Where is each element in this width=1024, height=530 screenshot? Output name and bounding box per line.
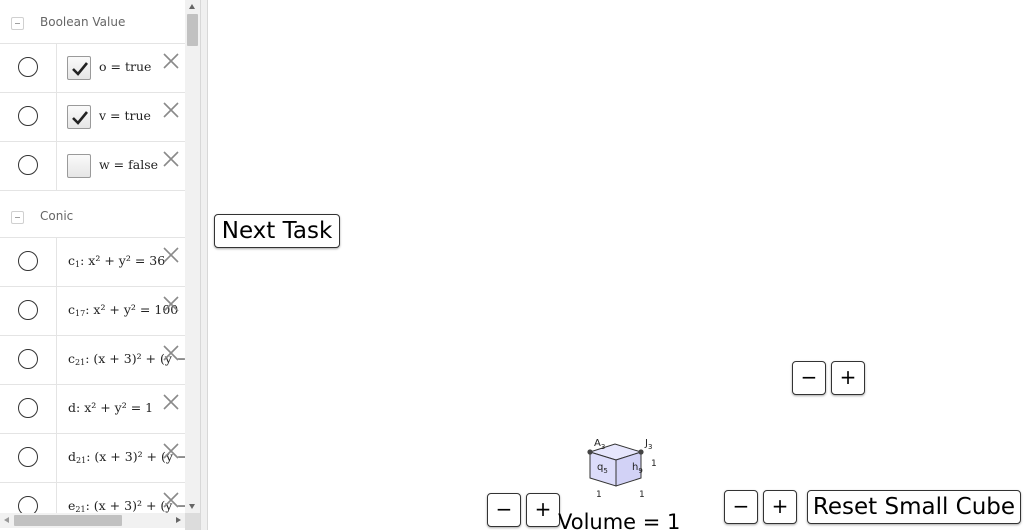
vertical-scrollbar[interactable]	[185, 0, 200, 513]
marble-column	[0, 238, 57, 286]
label-one-right: 1	[651, 459, 657, 469]
list-item-conic-c21[interactable]: c21: (x + 3)² + (y − 3)² = 9	[0, 336, 185, 385]
label-j3: J3	[644, 438, 652, 451]
increase-button[interactable]: +	[763, 490, 797, 524]
vertex-point-a3[interactable]	[587, 449, 593, 455]
visibility-toggle-icon[interactable]	[18, 398, 38, 418]
list-item-conic-e21[interactable]: e21: (x + 3)² + (y − 3)² = 1	[0, 483, 185, 513]
decrease-button[interactable]: −	[724, 490, 758, 524]
close-icon[interactable]	[160, 148, 182, 170]
list-item-conic-d[interactable]: d: x² + y² = 1	[0, 385, 185, 434]
horizontal-scrollbar[interactable]	[0, 513, 185, 528]
marble-column	[0, 287, 57, 335]
visibility-toggle-icon[interactable]	[18, 106, 38, 126]
close-icon[interactable]	[160, 391, 182, 413]
graphics-view[interactable]: Next Task − + A3 J3 q5 h9 1 1 1 − + − + …	[208, 0, 1024, 530]
close-icon[interactable]	[160, 440, 182, 462]
var-subscript: 21	[75, 505, 86, 513]
list-item-conic-d21[interactable]: d21: (x + 3)² + (y − 3)² = 4	[0, 434, 185, 483]
boolean-definition: v = true	[99, 108, 151, 123]
small-cube[interactable]: A3 J3 q5 h9 1 1 1	[578, 432, 678, 504]
visibility-toggle-icon[interactable]	[18, 300, 38, 320]
scroll-left-icon[interactable]	[4, 517, 9, 523]
scrollbar-thumb[interactable]	[187, 14, 198, 46]
collapse-icon[interactable]	[11, 17, 24, 30]
var-name: w	[99, 157, 110, 172]
scrollbar-corner	[185, 513, 200, 530]
list-item-boolean-w[interactable]: w = false	[0, 142, 185, 191]
close-icon[interactable]	[160, 342, 182, 364]
marble-column	[0, 93, 57, 141]
var-subscript: 17	[75, 309, 86, 318]
marble-column	[0, 142, 57, 190]
var-name: v	[99, 108, 107, 123]
scroll-up-icon[interactable]	[189, 4, 195, 9]
visibility-toggle-icon[interactable]	[18, 251, 38, 271]
checkbox-checked-icon[interactable]	[67, 56, 91, 80]
close-icon[interactable]	[160, 489, 182, 511]
collapse-icon[interactable]	[11, 211, 24, 224]
increase-button[interactable]: +	[831, 361, 865, 395]
var-subscript: 21	[75, 358, 86, 367]
var-name: c	[68, 253, 76, 268]
reset-small-cube-button[interactable]: Reset Small Cube	[807, 490, 1021, 524]
list-item-conic-c17[interactable]: c17: x² + y² = 100	[0, 287, 185, 336]
boolean-definition: w = false	[99, 157, 158, 172]
marble-column	[0, 385, 57, 433]
close-icon[interactable]	[160, 99, 182, 121]
list-item-boolean-o[interactable]: o = true	[0, 44, 185, 93]
var-name: c	[68, 302, 76, 317]
checkbox-unchecked-icon[interactable]	[67, 154, 91, 178]
visibility-toggle-icon[interactable]	[18, 155, 38, 175]
label-one-bottom: 1	[639, 490, 645, 500]
group-title: Boolean Value	[40, 15, 126, 29]
boolean-definition: o = true	[99, 59, 151, 74]
var-value: false	[128, 157, 159, 172]
list-item-boolean-v[interactable]: v = true	[0, 93, 185, 142]
marble-column	[0, 434, 57, 482]
checkbox-checked-icon[interactable]	[67, 105, 91, 129]
close-icon[interactable]	[160, 293, 182, 315]
operator: =	[106, 108, 125, 123]
visibility-toggle-icon[interactable]	[18, 496, 38, 513]
var-name: d	[68, 449, 77, 464]
close-icon[interactable]	[160, 50, 182, 72]
var-value: true	[124, 108, 151, 123]
panel-divider[interactable]	[200, 0, 208, 530]
var-expression: : x² + y² = 1	[76, 400, 154, 415]
operator: =	[106, 59, 125, 74]
close-icon[interactable]	[160, 244, 182, 266]
algebra-list: Boolean Value o = true v = true w = fals…	[0, 0, 185, 513]
list-item-conic-c1[interactable]: c1: x² + y² = 36	[0, 238, 185, 287]
var-expression: : x² + y² = 36	[80, 253, 166, 268]
var-name: c	[68, 351, 76, 366]
group-header-boolean[interactable]: Boolean Value	[0, 0, 185, 44]
var-name: d	[68, 400, 77, 415]
marble-column	[0, 336, 57, 384]
scroll-right-icon[interactable]	[176, 517, 181, 523]
decrease-button[interactable]: −	[792, 361, 826, 395]
visibility-toggle-icon[interactable]	[18, 349, 38, 369]
visibility-toggle-icon[interactable]	[18, 447, 38, 467]
operator: =	[109, 157, 129, 172]
geogebra-app: Boolean Value o = true v = true w = fals…	[0, 0, 1024, 530]
scroll-down-icon[interactable]	[189, 504, 195, 509]
increase-button[interactable]: +	[526, 493, 560, 527]
group-title: Conic	[40, 209, 74, 223]
decrease-button[interactable]: −	[487, 493, 521, 527]
var-value: true	[124, 59, 152, 74]
visibility-toggle-icon[interactable]	[18, 57, 38, 77]
vertex-point-j3[interactable]	[638, 449, 644, 455]
marble-column	[0, 44, 57, 92]
var-name: o	[99, 59, 107, 74]
next-task-button[interactable]: Next Task	[214, 214, 340, 248]
algebra-view: Boolean Value o = true v = true w = fals…	[0, 0, 200, 530]
scrollbar-thumb[interactable]	[14, 515, 122, 526]
marble-column	[0, 483, 57, 513]
volume-readout: Volume = 1	[558, 510, 681, 530]
group-header-conic[interactable]: Conic	[0, 191, 185, 238]
label-one-left: 1	[596, 490, 602, 500]
var-subscript: 21	[76, 456, 87, 465]
